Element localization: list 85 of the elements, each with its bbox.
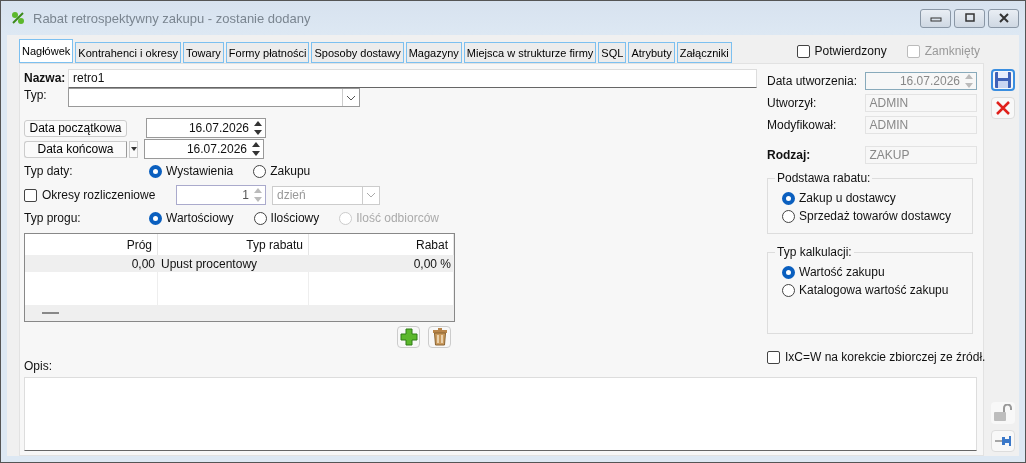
trash-icon (431, 328, 448, 346)
field-label: Nazwa: (24, 71, 67, 85)
tab[interactable]: Towary (183, 42, 224, 63)
tab[interactable]: Miejsca w strukturze firmy (463, 42, 597, 63)
radio-button[interactable] (253, 211, 267, 225)
radio-button[interactable] (782, 265, 795, 279)
tab[interactable]: Kontrahenci i okresy (75, 42, 181, 63)
date-button[interactable]: Data końcowa (24, 140, 127, 158)
radio-button[interactable] (253, 164, 267, 178)
date-field[interactable]: 16.07.2026 (146, 118, 266, 138)
tab[interactable]: Formy płatności (225, 42, 310, 63)
checkbox[interactable] (796, 44, 810, 58)
radio-button[interactable] (782, 209, 795, 223)
readonly-field: ADMIN (864, 93, 977, 112)
spinner-arrows-icon[interactable] (253, 119, 263, 137)
checkbox[interactable] (24, 188, 37, 202)
checkbox-label: Okresy rozliczeniowe (42, 188, 156, 202)
tab[interactable]: Nagłówek (19, 39, 74, 63)
pin-icon (993, 434, 1012, 448)
name-field[interactable]: retro1 (68, 68, 757, 88)
checkbox[interactable] (767, 350, 780, 364)
cancel-button[interactable] (990, 97, 1015, 119)
field-label: Rodzaj: (767, 147, 812, 162)
readonly-field: ADMIN (864, 115, 977, 134)
radio-button[interactable] (149, 211, 162, 225)
field-label: Typ progu: (24, 211, 82, 225)
padlock-icon (992, 404, 1013, 422)
delete-button[interactable] (428, 326, 451, 348)
maximize-icon (963, 13, 976, 23)
field-label: Typ: (24, 88, 48, 102)
table-row[interactable]: 0,00 Upust procentowy 0,00 % (25, 255, 454, 272)
radio-label: Wartościowy (166, 211, 234, 225)
window-title: Rabat retrospektywny zakupu - zostanie dodany (33, 10, 312, 26)
checkbox-label: Zamknięty (924, 44, 980, 58)
drag-handle-icon[interactable] (42, 312, 59, 314)
group-title: Typ kalkulacji: (775, 245, 854, 259)
table-cell: Upust procentowy (161, 257, 258, 271)
checkbox-label: Potwierdzony (814, 44, 887, 58)
radio-button[interactable] (149, 164, 162, 178)
date-field[interactable]: 16.07.2026 (144, 139, 264, 159)
radio-label: Ilościowy (270, 211, 320, 225)
plus-icon (399, 328, 418, 346)
field-label: Utworzył: (767, 95, 818, 110)
spinner-arrows-icon[interactable] (251, 140, 261, 158)
maximize-button[interactable] (954, 8, 985, 28)
field-label: Modyfikował: (767, 117, 838, 132)
number-field[interactable]: 1 (176, 185, 266, 205)
close-button[interactable] (988, 8, 1019, 28)
group-title: Podstawa rabatu: (775, 171, 873, 185)
chevron-down-icon (346, 94, 356, 101)
radio-button[interactable] (782, 283, 795, 297)
tab[interactable]: Sposoby dostawy (311, 42, 404, 63)
chevron-down-icon (366, 192, 376, 198)
radio-button[interactable] (782, 191, 795, 205)
add-button[interactable] (397, 326, 420, 348)
radio-label: Zakup u dostawcy (799, 191, 896, 205)
radio-label: Ilość odbiorców (356, 211, 439, 225)
radio-label: Wartość zakupu (799, 265, 885, 279)
minimize-button[interactable] (920, 8, 951, 28)
table-cell: 0,00 % (413, 257, 451, 271)
radio-label: Wystawienia (166, 164, 234, 178)
field-label: Opis: (24, 358, 53, 373)
close-icon (997, 13, 1010, 23)
app-icon (11, 11, 25, 25)
tab[interactable]: Magazyny (405, 42, 462, 63)
pin-button[interactable] (990, 430, 1015, 452)
dropdown-button[interactable] (129, 140, 138, 158)
tab[interactable]: SQL (598, 42, 627, 63)
field-label: Data utworzenia: (767, 73, 859, 88)
radio-label: Zakupu (270, 164, 311, 178)
cancel-icon (994, 100, 1011, 116)
checkbox-label: IxC=W na korekcie zbiorczej ze źródł. (785, 350, 986, 364)
readonly-field: ZAKUP (864, 145, 977, 164)
field-label: Typ daty: (24, 164, 74, 178)
tab[interactable]: Atrybuty (628, 42, 675, 63)
type-dropdown[interactable] (68, 88, 360, 107)
table-cell: 0,00 (131, 257, 155, 271)
description-field[interactable] (24, 376, 977, 451)
date-button[interactable]: Data początkowa (24, 119, 127, 137)
radio-label: Katalogowa wartość zakupu (799, 283, 949, 297)
radio-label: Sprzedaż towarów dostawcy (799, 209, 952, 223)
tab[interactable]: Załączniki (676, 42, 732, 63)
save-button[interactable] (990, 69, 1015, 91)
caret-icon (130, 147, 137, 151)
unlock-button[interactable] (990, 402, 1015, 424)
